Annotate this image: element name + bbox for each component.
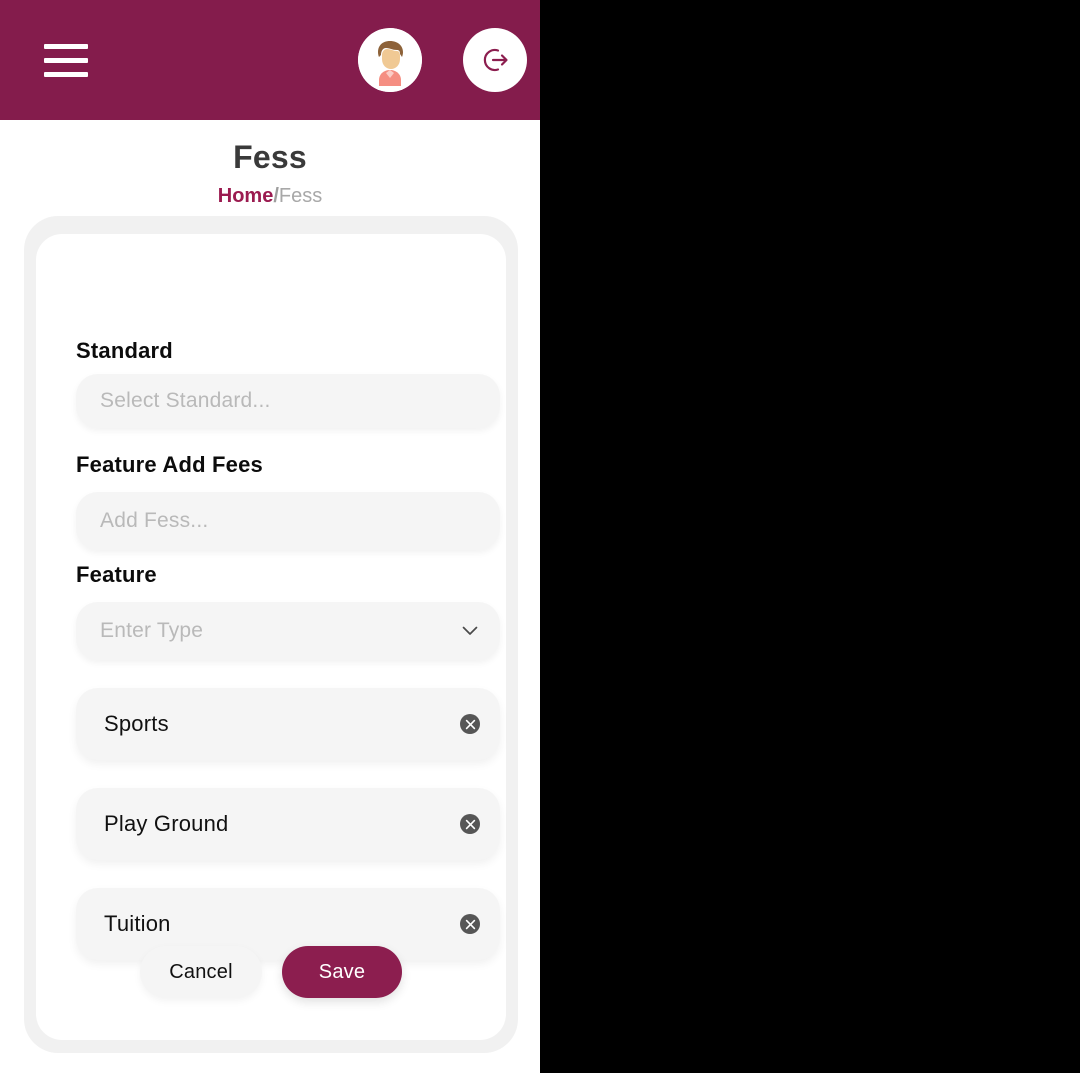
breadcrumb-current: Fess — [278, 185, 323, 207]
form-card-inner: Standard Select Standard... Feature Add … — [36, 234, 506, 1040]
logout-icon[interactable] — [463, 28, 527, 92]
hamburger-bar — [44, 72, 88, 77]
cancel-button[interactable]: Cancel — [140, 946, 262, 998]
hamburger-bar — [44, 58, 88, 63]
standard-select[interactable]: Select Standard... — [76, 374, 500, 428]
user-avatar-icon[interactable] — [358, 28, 422, 92]
form-actions: Cancel Save — [36, 946, 506, 998]
standard-placeholder: Select Standard... — [100, 389, 271, 412]
close-circle-icon[interactable] — [460, 814, 480, 834]
feature-add-fees-input[interactable]: Add Fess... — [76, 492, 500, 550]
page-title: Fess — [233, 139, 307, 175]
feature-type-placeholder: Enter Type — [100, 619, 204, 642]
app-header — [0, 0, 540, 120]
feature-label: Feature — [76, 562, 157, 587]
list-item: Sports — [76, 688, 500, 760]
mobile-viewport: Fess Home/Fess Standard Select Standard.… — [0, 0, 540, 1073]
breadcrumb: Home/Fess — [0, 185, 540, 207]
chip-label: Tuition — [104, 911, 171, 936]
list-item: Play Ground — [76, 788, 500, 860]
feature-add-fees-placeholder: Add Fess... — [100, 509, 209, 532]
feature-add-fees-label: Feature Add Fees — [76, 452, 263, 477]
chip-label: Sports — [104, 711, 169, 736]
feature-type-select[interactable]: Enter Type — [76, 602, 500, 660]
standard-label: Standard — [76, 338, 173, 363]
chevron-down-icon — [462, 626, 478, 635]
breadcrumb-home-link[interactable]: Home — [218, 185, 274, 207]
hamburger-bar — [44, 44, 88, 49]
hamburger-menu-icon[interactable] — [44, 44, 88, 77]
close-circle-icon[interactable] — [460, 714, 480, 734]
form-card-outer: Standard Select Standard... Feature Add … — [24, 216, 518, 1053]
close-circle-icon[interactable] — [460, 914, 480, 934]
chip-label: Play Ground — [104, 811, 229, 836]
save-button[interactable]: Save — [282, 946, 402, 998]
